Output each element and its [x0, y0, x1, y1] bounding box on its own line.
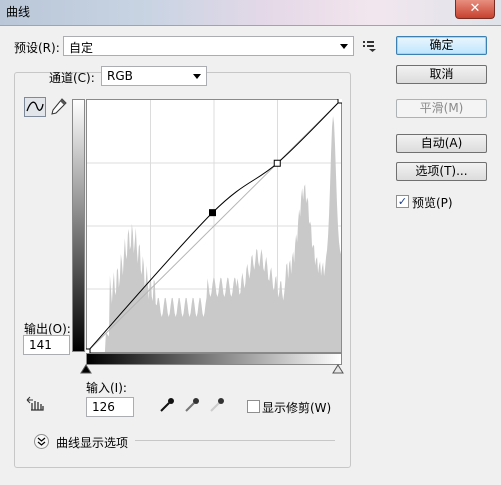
- input-gradient-bar: [86, 353, 342, 365]
- output-gradient-bar: [72, 99, 85, 352]
- options-button[interactable]: 选项(T)...: [396, 162, 487, 181]
- expand-options-button[interactable]: [34, 434, 49, 449]
- show-clipping-label: 显示修剪(W): [262, 401, 332, 415]
- preview-checkbox[interactable]: ✓: [396, 195, 409, 208]
- preset-select[interactable]: 自定: [63, 36, 354, 56]
- curve-graph[interactable]: [86, 99, 342, 353]
- gray-eyedropper-icon[interactable]: [183, 396, 201, 414]
- black-point-slider[interactable]: [80, 364, 92, 374]
- white-eyedropper-icon[interactable]: [208, 396, 226, 414]
- channel-label: 通道(C):: [49, 71, 95, 85]
- preset-value: 自定: [69, 41, 94, 55]
- checkmark-icon: ✓: [397, 195, 408, 208]
- pencil-icon[interactable]: [50, 97, 68, 117]
- black-eyedropper-icon[interactable]: [158, 396, 176, 414]
- input-field[interactable]: 126: [86, 397, 134, 417]
- smooth-button[interactable]: 平滑(M): [396, 99, 487, 118]
- hand-adjust-icon[interactable]: [26, 396, 48, 414]
- curve-point[interactable]: [273, 159, 281, 167]
- output-value: 141: [29, 338, 52, 352]
- cancel-button[interactable]: 取消: [396, 65, 487, 84]
- double-chevron-down-icon: [37, 437, 46, 446]
- chevron-down-icon: [340, 44, 348, 49]
- input-value: 126: [92, 400, 115, 414]
- auto-button[interactable]: 自动(A): [396, 134, 487, 153]
- curve-tool-icon: [26, 101, 44, 112]
- divider: [135, 440, 335, 441]
- curve-point[interactable]: [337, 99, 342, 104]
- output-field[interactable]: 141: [23, 335, 70, 355]
- channel-select[interactable]: RGB: [101, 66, 207, 86]
- preset-menu-icon[interactable]: [363, 40, 377, 52]
- chevron-down-icon: [193, 74, 201, 79]
- curve-options-label: 曲线显示选项: [56, 436, 129, 450]
- ok-button[interactable]: 确定: [396, 36, 487, 55]
- close-button[interactable]: ✕: [455, 0, 495, 19]
- show-clipping-checkbox[interactable]: [247, 400, 260, 413]
- channel-value: RGB: [107, 69, 133, 83]
- title-bar: 曲线 ✕: [0, 0, 501, 26]
- curve-point-selected[interactable]: [209, 209, 217, 217]
- preset-label: 预设(R):: [14, 41, 60, 55]
- preview-label: 预览(P): [412, 196, 453, 210]
- window-title: 曲线: [6, 5, 31, 19]
- white-point-slider[interactable]: [332, 364, 344, 374]
- curve-edit-tool[interactable]: [24, 97, 46, 117]
- input-label: 输入(I):: [86, 381, 127, 395]
